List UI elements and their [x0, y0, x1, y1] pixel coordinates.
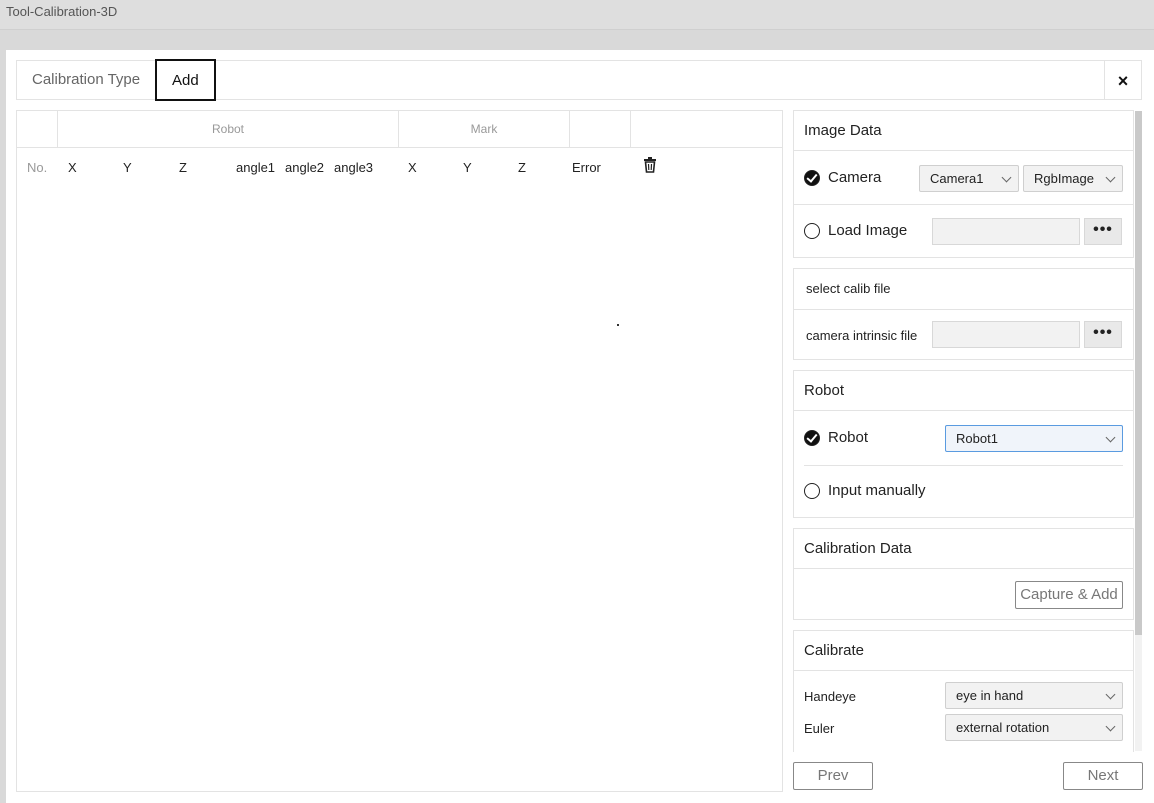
image-data-card: Image Data Camera Camera1 RgbImage Load … — [793, 110, 1134, 258]
tab-bar: Calibration Type Add × — [16, 59, 1142, 101]
intrinsic-row: camera intrinsic file ••• — [794, 310, 1133, 360]
col-angle3: angle3 — [334, 160, 374, 175]
col-angle2: angle2 — [285, 160, 325, 175]
intrinsic-browse-button[interactable]: ••• — [1084, 321, 1122, 348]
chevron-down-icon — [1105, 721, 1116, 732]
group-cell-actions — [631, 111, 782, 148]
calibrate-card: Calibrate Handeye eye in hand Euler exte… — [793, 630, 1134, 752]
group-robot: Robot — [58, 111, 399, 148]
stray-dot — [617, 324, 619, 326]
more-icon: ••• — [1093, 324, 1113, 341]
camera-select[interactable]: Camera1 — [919, 165, 1019, 192]
calib-file-title: select calib file — [806, 281, 891, 296]
manual-row: Input manually — [794, 466, 1133, 518]
intrinsic-file-input[interactable] — [932, 321, 1080, 348]
robot-label: Robot — [828, 429, 869, 446]
handeye-select-value: eye in hand — [956, 688, 1024, 703]
load-image-radio[interactable] — [804, 223, 820, 239]
tab-add[interactable]: Add — [155, 59, 216, 101]
next-button[interactable]: Next — [1063, 762, 1143, 790]
col-error: Error — [572, 160, 601, 175]
group-cell-error — [570, 111, 631, 148]
settings-scrollbar-track[interactable] — [1135, 635, 1142, 751]
handeye-select[interactable]: eye in hand — [945, 682, 1123, 709]
trash-icon[interactable] — [643, 157, 657, 173]
robot-radio[interactable] — [804, 430, 820, 446]
handeye-label: Handeye — [804, 689, 857, 704]
table-group-header: Robot Mark — [17, 111, 782, 148]
robot-row: Robot Robot1 — [794, 412, 1133, 465]
title-stripe — [0, 30, 1154, 50]
settings-scrollbar-thumb[interactable] — [1135, 111, 1142, 635]
load-image-path-input[interactable] — [932, 218, 1080, 245]
euler-select-value: external rotation — [956, 720, 1050, 735]
col-mark-x: X — [408, 160, 417, 175]
chevron-down-icon — [1105, 689, 1116, 700]
load-image-browse-button[interactable]: ••• — [1084, 218, 1122, 245]
window-title: Tool-Calibration-3D — [6, 4, 118, 19]
robot-title: Robot — [794, 371, 1133, 411]
settings-panel: Image Data Camera Camera1 RgbImage Load … — [793, 110, 1134, 752]
manual-label: Input manually — [828, 482, 926, 499]
col-robot-x: X — [68, 160, 77, 175]
calibration-data-card: Calibration Data Capture & Add — [793, 528, 1134, 620]
calibrate-title: Calibrate — [794, 631, 1133, 671]
calibration-data-title: Calibration Data — [794, 529, 1133, 569]
chevron-down-icon — [1105, 432, 1116, 443]
camera-label: Camera — [828, 169, 882, 186]
chevron-down-icon — [1001, 172, 1012, 183]
tab-calibration-type[interactable]: Calibration Type — [17, 61, 155, 99]
image-type-select[interactable]: RgbImage — [1023, 165, 1123, 192]
close-icon: × — [1117, 71, 1129, 91]
col-robot-z: Z — [179, 160, 187, 175]
col-mark-z: Z — [518, 160, 526, 175]
group-mark: Mark — [399, 111, 570, 148]
col-mark-y: Y — [463, 160, 472, 175]
col-robot-y: Y — [123, 160, 132, 175]
calib-file-header: select calib file — [794, 269, 1133, 310]
camera-select-value: Camera1 — [930, 171, 984, 186]
prev-button[interactable]: Prev — [793, 762, 873, 790]
camera-row: Camera Camera1 RgbImage — [794, 152, 1133, 205]
group-cell-no — [17, 111, 58, 148]
col-no: No. — [27, 160, 48, 175]
capture-add-button[interactable]: Capture & Add — [1015, 581, 1123, 609]
title-bar: Tool-Calibration-3D — [0, 0, 1154, 30]
load-image-row: Load Image ••• — [794, 206, 1133, 258]
load-image-label: Load Image — [828, 222, 908, 239]
table-column-header: No. X Y Z angle1 angle2 angle3 X Y Z Err… — [17, 148, 782, 188]
calibration-table: Robot Mark No. X Y Z angle1 angle2 angle… — [16, 110, 783, 792]
camera-radio[interactable] — [804, 170, 820, 186]
euler-select[interactable]: external rotation — [945, 714, 1123, 741]
col-angle1: angle1 — [236, 160, 276, 175]
robot-card: Robot Robot Robot1 Input manually — [793, 370, 1134, 518]
close-button[interactable]: × — [1104, 61, 1141, 99]
robot-select[interactable]: Robot1 — [945, 425, 1123, 452]
robot-select-value: Robot1 — [956, 431, 998, 446]
main-window: Calibration Type Add × Robot Mark No. X … — [6, 50, 1154, 803]
more-icon: ••• — [1093, 221, 1113, 238]
calib-file-card: select calib file camera intrinsic file … — [793, 268, 1134, 360]
manual-radio[interactable] — [804, 483, 820, 499]
image-data-title: Image Data — [794, 111, 1133, 151]
image-type-select-value: RgbImage — [1034, 171, 1094, 186]
intrinsic-label: camera intrinsic file — [806, 328, 918, 343]
euler-label: Euler — [804, 721, 835, 736]
chevron-down-icon — [1105, 172, 1116, 183]
